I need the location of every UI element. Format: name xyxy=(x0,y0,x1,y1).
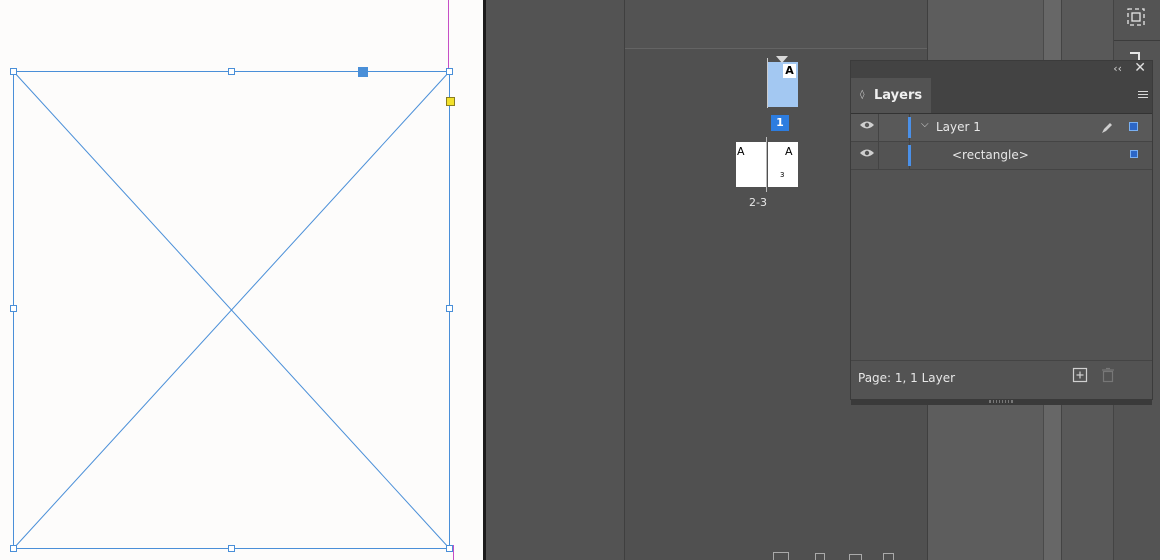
resize-handle-bottom-left[interactable] xyxy=(10,545,17,552)
page-thumbnail-1-master: A xyxy=(783,64,796,78)
layer-row-rectangle[interactable]: <rectangle> xyxy=(851,142,1152,170)
page-thumbnail-1[interactable]: A xyxy=(767,58,798,108)
masters-section xyxy=(625,0,927,49)
panel-menu-icon[interactable] xyxy=(1138,91,1148,98)
close-panel-icon[interactable]: ✕ xyxy=(1134,60,1146,76)
resize-handle-top-right[interactable] xyxy=(446,68,453,75)
panel-menu-icon-middle-line xyxy=(1138,94,1148,95)
page-thumbnail-3-number: 3 xyxy=(780,171,785,179)
layer-name[interactable]: Layer 1 xyxy=(936,120,981,134)
page-thumbnail-3 xyxy=(768,142,798,187)
new-layer-icon[interactable] xyxy=(1072,367,1088,383)
pasteboard xyxy=(486,0,624,560)
tab-layers-label: Layers xyxy=(874,88,923,103)
trash-icon[interactable] xyxy=(1100,367,1116,383)
resize-handle-top-left[interactable] xyxy=(10,68,17,75)
tab-layers[interactable]: ◊ Layers xyxy=(851,78,931,113)
document-canvas[interactable] xyxy=(0,0,483,560)
visibility-eye-icon[interactable] xyxy=(857,147,877,163)
frame-fitting-icon[interactable] xyxy=(1124,5,1148,29)
resize-handle-middle-left[interactable] xyxy=(10,305,17,312)
page-thumbnail-3-master: A xyxy=(785,145,793,158)
collapse-panel-icon[interactable]: ‹‹ xyxy=(1113,62,1122,75)
resize-grip-dots xyxy=(989,400,1013,403)
page-thumbnail-2-master: A xyxy=(737,145,745,158)
layers-panel-titlebar[interactable]: ‹‹ ✕ xyxy=(851,60,1152,78)
expand-chevron-down-icon[interactable]: ⌵ xyxy=(921,119,929,130)
pen-target-icon xyxy=(1102,123,1112,133)
layer-row-layer-1[interactable]: ⌵ Layer 1 xyxy=(851,114,1152,142)
rectangle-frame[interactable] xyxy=(0,0,483,560)
tab-reorder-icon: ◊ xyxy=(860,90,865,100)
dock-divider xyxy=(1114,40,1160,41)
page-label-1[interactable]: 1 xyxy=(771,115,789,131)
spread-indicator-triangle xyxy=(776,56,788,63)
layer-color-strip xyxy=(908,145,911,166)
selection-indicator[interactable] xyxy=(1129,122,1138,131)
page-label-2-3[interactable]: 2-3 xyxy=(749,196,767,209)
edit-page-size-icon[interactable] xyxy=(773,552,789,560)
paragraph-icon[interactable] xyxy=(1130,52,1140,60)
delete-page-icon[interactable] xyxy=(883,553,894,560)
page-thumbnail-spread-2-3[interactable]: A A 3 xyxy=(736,137,798,192)
resize-handle-bottom-right[interactable] xyxy=(446,545,453,552)
new-page-icon[interactable] xyxy=(815,553,825,560)
selection-indicator[interactable] xyxy=(1130,150,1138,158)
resize-handle-bottom-middle[interactable] xyxy=(228,545,235,552)
spread-spine xyxy=(766,137,767,192)
content-grabber-handle[interactable] xyxy=(358,67,368,77)
visibility-eye-icon[interactable] xyxy=(857,119,877,135)
panel-resize-grip[interactable] xyxy=(851,399,1152,405)
lock-toggle[interactable] xyxy=(878,114,910,141)
layer-color-strip xyxy=(908,117,911,138)
live-corner-handle[interactable] xyxy=(446,97,455,106)
layout-icon[interactable] xyxy=(849,554,862,560)
resize-handle-middle-right[interactable] xyxy=(446,305,453,312)
layers-panel: ‹‹ ✕ ◊ Layers ⌵ Layer 1 <rectangle> Page… xyxy=(850,60,1153,405)
layers-panel-footer: Page: 1, 1 Layer xyxy=(851,360,1152,399)
layers-status-text: Page: 1, 1 Layer xyxy=(858,371,956,385)
resize-handle-top-middle[interactable] xyxy=(228,68,235,75)
lock-toggle[interactable] xyxy=(878,142,910,169)
object-name[interactable]: <rectangle> xyxy=(952,148,1029,162)
layers-panel-tabbar: ◊ Layers xyxy=(851,78,1152,114)
